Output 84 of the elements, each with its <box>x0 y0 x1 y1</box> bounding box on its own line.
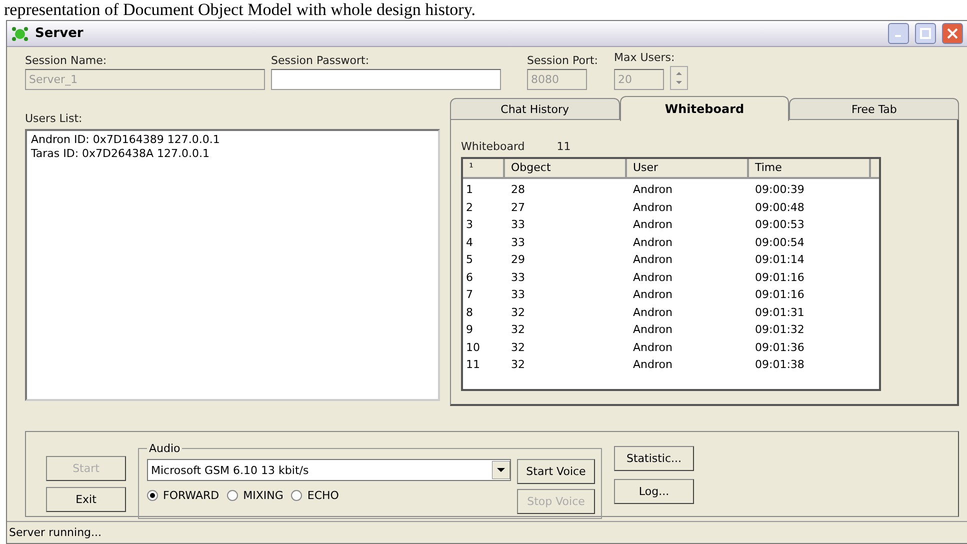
table-cell-text: 3 <box>465 217 474 233</box>
status-bar: Server running... <box>7 521 967 543</box>
table-cell-text: 09:00:54 <box>754 234 806 250</box>
table-cell-text: 09:01:32 <box>754 322 806 338</box>
radio-button[interactable]: ECHO <box>291 489 339 502</box>
column-header[interactable]: Obgect <box>505 159 627 179</box>
table-cell-text: Andron <box>632 252 674 268</box>
table-cell-text: Andron <box>632 234 674 250</box>
maximize-button[interactable] <box>915 23 936 44</box>
group-label: Audio <box>148 442 182 455</box>
whiteboard-label: Whiteboard <box>461 140 525 153</box>
spin-button[interactable] <box>670 66 688 90</box>
column-header[interactable]: User <box>627 159 749 179</box>
column-header[interactable]: ¹ <box>463 159 505 179</box>
table-cell-text: 09:00:39 <box>754 182 806 198</box>
table-cell-text: 09:01:16 <box>754 287 806 303</box>
table-cell-text: 10 <box>465 340 481 356</box>
field-label: Session Passwort: <box>271 54 370 67</box>
table-cell-text: 09:01:31 <box>754 304 806 320</box>
table-cell-text: Andron <box>632 287 674 303</box>
field-label: Max Users: <box>614 51 676 64</box>
table-cell-text: 33 <box>510 270 526 286</box>
field-label: Session Port: <box>527 54 598 67</box>
table-cell-text: 7 <box>465 287 474 303</box>
input-field[interactable] <box>271 69 501 90</box>
minimize-button[interactable] <box>888 23 909 44</box>
start-voice-button[interactable]: Start Voice <box>517 459 595 484</box>
table-cell-text: 5 <box>465 252 474 268</box>
table-cell-text: Andron <box>632 322 674 338</box>
list-item[interactable]: Taras ID: 0x7D26438A 127.0.0.1 <box>31 147 434 161</box>
table-cell-text: 09:00:48 <box>754 200 806 216</box>
object-count: 11 <box>556 140 571 153</box>
tab[interactable]: Chat History <box>450 98 620 120</box>
table-cell-text: 33 <box>510 217 526 233</box>
close-button[interactable] <box>942 23 963 44</box>
table-cell-text: Andron <box>632 340 674 356</box>
table-cell-text: Andron <box>632 304 674 320</box>
table-cell-text: Andron <box>632 270 674 286</box>
table-cell-text: Andron <box>632 182 674 198</box>
codec-dropdown[interactable]: Microsoft GSM 6.10 13 kbit/s <box>147 459 511 481</box>
close-icon <box>947 28 958 39</box>
maximize-icon <box>920 28 931 39</box>
dialog-button[interactable]: Statistic... <box>614 446 694 471</box>
table-cell-text: 32 <box>510 357 526 373</box>
table-cell-text: 09:01:16 <box>754 270 806 286</box>
exit-button[interactable]: Exit <box>46 487 126 512</box>
table-cell-text: 2 <box>465 200 474 216</box>
table-cell-text: 32 <box>510 340 526 356</box>
field-label: Session Name: <box>25 54 108 67</box>
app-icon <box>11 26 29 42</box>
radio-button[interactable]: MIXING <box>227 489 284 502</box>
radio-button[interactable]: FORWARD <box>147 489 220 502</box>
table-cell-text: 09:00:53 <box>754 217 806 233</box>
table-cell-text: 32 <box>510 304 526 320</box>
table-cell-text: 28 <box>510 182 526 198</box>
table-cell-text: Andron <box>632 217 674 233</box>
table-cell-text: 11 <box>465 357 481 373</box>
radio-dot-icon <box>150 493 155 498</box>
table-cell-text: 1 <box>465 182 474 198</box>
dialog-button[interactable]: Log... <box>614 479 694 504</box>
tab[interactable]: Whiteboard <box>620 96 790 121</box>
list-label: Users List: <box>25 112 84 125</box>
table-cell-text: 4 <box>465 234 474 250</box>
table-cell-text: 32 <box>510 322 526 338</box>
caption-text: representation of Document Object Model with whole design history. <box>3 0 476 20</box>
table-cell-text: 6 <box>465 270 474 286</box>
table-cell-text: 09:01:14 <box>754 252 806 268</box>
table-cell-text: 9 <box>465 322 474 338</box>
window-title: Server <box>35 26 84 41</box>
table-cell-text: 29 <box>510 252 526 268</box>
tab[interactable]: Free Tab <box>789 98 960 120</box>
table-cell-text: Andron <box>632 200 674 216</box>
table-cell-text: 8 <box>465 304 474 320</box>
spin-arrows-icon <box>676 72 682 84</box>
table-cell-text: 09:01:38 <box>754 357 806 373</box>
table-cell-text: 09:01:36 <box>754 340 806 356</box>
list-item[interactable]: Andron ID: 0x7D164389 127.0.0.1 <box>31 133 434 147</box>
column-header[interactable]: Time <box>749 159 871 179</box>
table-cell-text: Andron <box>632 357 674 373</box>
column-header[interactable] <box>871 159 879 179</box>
table-cell-text: 27 <box>510 200 526 216</box>
dropdown-icon <box>492 461 510 479</box>
table-cell-text: 33 <box>510 234 526 250</box>
table-cell-text: 33 <box>510 287 526 303</box>
